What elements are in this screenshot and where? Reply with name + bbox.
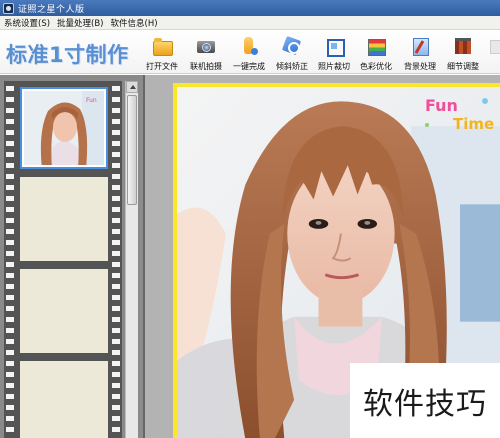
thumbnail-frame-empty[interactable]	[20, 269, 108, 353]
brand-title: 标准1寸制作	[6, 43, 129, 67]
tilt-correct-label: 倾斜矫正	[276, 62, 308, 71]
more-icon	[486, 36, 500, 56]
background-brush-icon	[410, 36, 430, 56]
background-process-button[interactable]: 背景处理	[404, 32, 436, 72]
fun-time-sticker: Fun Time	[425, 96, 494, 133]
sticker-text-time: Time	[453, 115, 494, 133]
background-process-label: 背景处理	[404, 62, 436, 71]
color-optimize-button[interactable]: 色彩优化	[360, 32, 392, 72]
sticker-text-fun: Fun	[425, 96, 458, 115]
thumbnail-sticker-text: Fun	[86, 97, 97, 104]
color-optimize-label: 色彩优化	[360, 62, 392, 71]
one-click-finish-button[interactable]: 一键完成	[233, 32, 265, 72]
one-click-finish-label: 一键完成	[233, 62, 265, 71]
thumbnail-photo: Fun	[24, 91, 104, 165]
camera-capture-button[interactable]: 联机拍摄	[190, 32, 222, 72]
scroll-up-arrow-icon[interactable]	[126, 81, 138, 93]
thumbnail-frame-selected[interactable]: Fun	[20, 87, 108, 169]
toolbar: 标准1寸制作 打开文件 联机拍摄 一键完成 倾斜矫正 照片裁切 色彩优化 背景处…	[0, 30, 500, 74]
camera-capture-label: 联机拍摄	[190, 62, 222, 71]
detail-adjust-button[interactable]: 细节调整	[447, 32, 479, 72]
film-perforations-right	[112, 83, 120, 438]
folder-icon	[152, 36, 173, 56]
window-title: 证照之星个人版	[18, 4, 85, 15]
thumbnail-portrait-image: Fun	[24, 91, 104, 165]
menu-system-settings[interactable]: 系统设置(S)	[4, 17, 50, 29]
more-tools-button[interactable]	[486, 32, 500, 72]
thumbnail-frame-empty[interactable]	[20, 177, 108, 261]
app-icon	[3, 2, 14, 14]
film-strip: Fun	[4, 81, 122, 438]
photo-crop-label: 照片裁切	[318, 62, 350, 71]
menu-batch-processing[interactable]: 批量处理(B)	[57, 17, 103, 29]
color-bars-icon	[366, 36, 386, 56]
crop-icon	[324, 36, 345, 57]
photo-crop-button[interactable]: 照片裁切	[318, 32, 350, 72]
menu-bar: 系统设置(S) 批量处理(B) 软件信息(H)	[0, 16, 500, 30]
open-file-button[interactable]: 打开文件	[146, 32, 178, 72]
open-file-label: 打开文件	[146, 62, 178, 71]
thumbnail-frame-empty[interactable]	[20, 361, 108, 438]
title-bar: 证照之星个人版	[0, 0, 500, 16]
watermark-text: 软件技巧	[363, 386, 487, 422]
camera-icon	[196, 36, 216, 56]
watermark: 软件技巧	[350, 363, 500, 438]
film-perforations-left	[6, 83, 14, 438]
hand-icon	[239, 36, 259, 56]
thumbnail-panel: Fun	[0, 75, 140, 438]
detail-adjust-label: 细节调整	[447, 62, 479, 71]
thumbnail-scrollbar[interactable]	[125, 81, 138, 438]
menu-software-info[interactable]: 软件信息(H)	[111, 17, 158, 29]
detail-adjust-icon	[453, 36, 473, 56]
tilt-correct-icon	[282, 36, 302, 56]
scrollbar-thumb[interactable]	[127, 95, 137, 205]
tilt-correct-button[interactable]: 倾斜矫正	[276, 32, 308, 72]
